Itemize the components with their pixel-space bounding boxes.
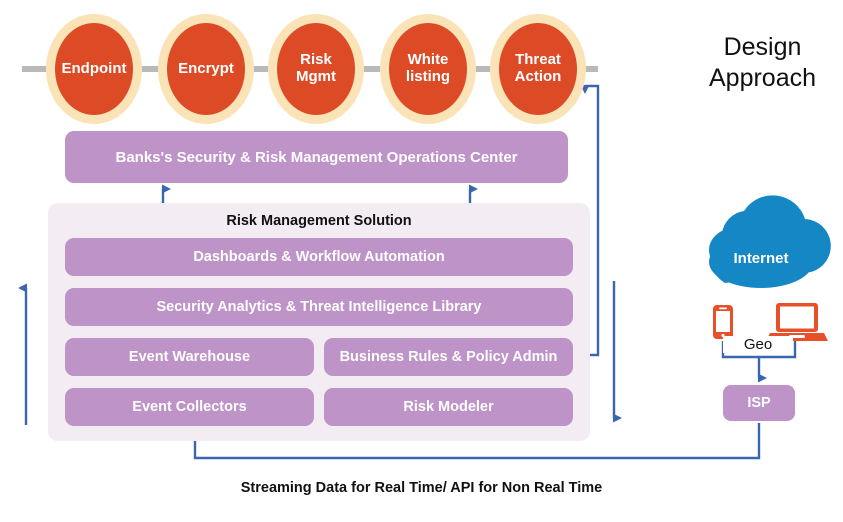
pipeline-stage-risk-mgmt[interactable]: Risk Mgmt	[268, 14, 364, 124]
page-title-line1: Design	[723, 33, 802, 61]
pipeline-stage-encrypt[interactable]: Encrypt	[158, 14, 254, 124]
block-label: Event Warehouse	[128, 349, 251, 365]
internet-cloud-icon	[709, 195, 831, 288]
smartphone-icon	[713, 305, 733, 339]
isp-box[interactable]: ISP	[723, 385, 795, 421]
block-label: Dashboards & Workflow Automation	[193, 249, 445, 265]
footer-caption: Streaming Data for Real Time/ API for No…	[240, 480, 603, 496]
page-title-line2: Approach	[708, 63, 817, 92]
stage-text-line2: Action	[514, 68, 562, 85]
block-dashboards-workflow-automation[interactable]: Dashboards & Workflow Automation	[65, 238, 573, 276]
block-business-rules-policy-admin[interactable]: Business Rules & Policy Admin	[324, 338, 573, 376]
stage-text: White listing	[405, 51, 451, 86]
block-event-warehouse[interactable]: Event Warehouse	[65, 338, 314, 376]
diagram-canvas: Endpoint Encrypt Risk Mgmt White listing T…	[0, 0, 843, 522]
risk-management-solution-title: Risk Management Solution	[226, 213, 412, 229]
stage-text: Risk Mgmt	[296, 51, 336, 86]
block-label: Event Collectors	[132, 399, 247, 415]
block-risk-modeler[interactable]: Risk Modeler	[324, 388, 573, 426]
soc-bar-label: Banks's Security & Risk Management Opera…	[115, 148, 518, 166]
block-event-collectors[interactable]: Event Collectors	[65, 388, 314, 426]
stage-text-line2: listing	[405, 68, 451, 85]
pipeline-stage-threat-action-label: Threat Action	[499, 23, 577, 115]
stage-text-line2: Mgmt	[296, 68, 336, 85]
block-security-analytics-threat-intelligence[interactable]: Security Analytics & Threat Intelligence…	[65, 288, 573, 326]
pipeline-stage-threat-action[interactable]: Threat Action	[490, 14, 586, 124]
isp-label: ISP	[747, 395, 771, 411]
stage-text-line1: White	[407, 51, 449, 69]
block-label: Security Analytics & Threat Intelligence…	[156, 299, 482, 315]
pipeline-stage-white-listing-label: White listing	[389, 23, 467, 115]
stage-text: Threat Action	[514, 51, 562, 86]
block-label: Business Rules & Policy Admin	[339, 349, 558, 365]
risk-management-solution-panel: Risk Management Solution Dashboards & Wo…	[48, 203, 590, 441]
pipeline-stage-encrypt-label: Encrypt	[167, 23, 245, 115]
pipeline-stage-risk-mgmt-label: Risk Mgmt	[277, 23, 355, 115]
internet-cloud-label: Internet	[733, 250, 789, 267]
stage-text: Endpoint	[61, 59, 127, 77]
block-label: Risk Modeler	[403, 399, 494, 415]
stage-text-line1: Threat	[515, 51, 561, 69]
pipeline-stage-white-listing[interactable]: White listing	[380, 14, 476, 124]
stage-text: Encrypt	[178, 59, 234, 77]
stage-text-line1: Risk	[300, 51, 332, 69]
page-title: Design Approach	[690, 32, 835, 93]
pipeline-stage-endpoint-label: Endpoint	[55, 23, 133, 115]
geo-label: Geo	[723, 336, 793, 353]
soc-bar[interactable]: Banks's Security & Risk Management Opera…	[65, 131, 568, 183]
pipeline-stage-endpoint[interactable]: Endpoint	[46, 14, 142, 124]
